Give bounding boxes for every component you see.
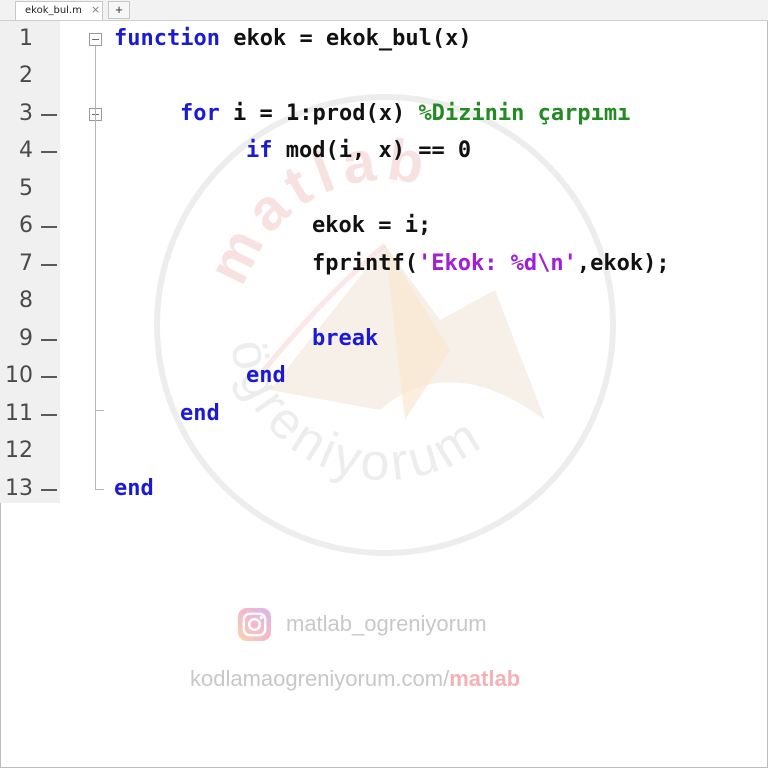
code-text[interactable]: break (312, 326, 378, 351)
line-number: 8 (19, 288, 33, 313)
code-line: 12 (0, 434, 768, 471)
breakpoint-dash[interactable] (41, 339, 57, 341)
line-number: 6 (19, 213, 33, 238)
instagram-icon (237, 607, 272, 642)
line-number: 12 (5, 438, 33, 463)
line-number: 5 (19, 176, 33, 201)
line-number: 2 (19, 63, 33, 88)
code-text[interactable]: fprintf('Ekok: %d\n',ekok); (312, 251, 670, 276)
website-prefix: kodlamaogreniyorum.com/ (190, 666, 450, 691)
code-line: 6 ekok = i; (0, 209, 768, 246)
code-token: fprintf( (312, 251, 418, 276)
code-line: 3 for i = 1:prod(x) %Dizinin çarpımı (0, 97, 768, 134)
code-line: 13 end (0, 472, 768, 509)
keyword: if (246, 138, 273, 163)
code-text[interactable]: for i = 1:prod(x) %Dizinin çarpımı (180, 101, 630, 126)
website-url: kodlamaogreniyorum.com/matlab (190, 666, 520, 692)
code-line: 10 end (0, 359, 768, 396)
breakpoint-dash[interactable] (41, 151, 57, 153)
line-number: 1 (19, 26, 33, 51)
code-text[interactable]: if mod(i, x) == 0 (246, 138, 471, 163)
code-line: 2 (0, 59, 768, 96)
breakpoint-dash[interactable] (41, 376, 57, 378)
breakpoint-dash[interactable] (41, 264, 57, 266)
tab-label[interactable]: ekok_bul.m (25, 5, 82, 16)
code-token: ,ekok); (576, 251, 670, 276)
breakpoint-dash[interactable] (41, 489, 57, 491)
plus-icon[interactable]: + (108, 1, 130, 19)
keyword: function (114, 26, 220, 51)
keyword: for (180, 101, 220, 126)
line-number: 3 (19, 101, 33, 126)
code-line: 5 (0, 172, 768, 209)
instagram-handle: matlab_ogreniyorum (286, 611, 487, 636)
code-text[interactable]: end (180, 401, 220, 426)
code-text[interactable]: end (246, 363, 286, 388)
code-line: 8 (0, 284, 768, 321)
line-number: 11 (5, 401, 33, 426)
code-text[interactable]: ekok = i; (312, 213, 431, 238)
code-line: 4 if mod(i, x) == 0 (0, 134, 768, 171)
keyword: break (312, 326, 379, 351)
code-token: ekok = ekok_bul(x) (219, 26, 472, 51)
string-literal: 'Ekok: %d\n' (417, 251, 577, 276)
code-token: i = 1:prod(x) (219, 101, 419, 126)
comment: %Dizinin çarpımı (418, 101, 631, 126)
line-number: 9 (19, 326, 33, 351)
tab-ekok-bul[interactable]: ekok_bul.m × (15, 1, 103, 20)
code-line: 9 break (0, 322, 768, 359)
line-number: 4 (19, 138, 33, 163)
line-number: 13 (5, 476, 33, 501)
code-line: 11 end (0, 397, 768, 434)
code-token: mod(i, x) == 0 (272, 138, 472, 163)
keyword: end (114, 476, 154, 501)
line-number: 7 (19, 251, 33, 276)
code-line: 7 fprintf('Ekok: %d\n',ekok); (0, 247, 768, 284)
keyword: end (246, 363, 286, 388)
keyword: end (180, 401, 220, 426)
website-accent: matlab (449, 666, 521, 691)
code-line: 1 function ekok = ekok_bul(x) (0, 22, 768, 59)
tab-bar: ekok_bul.m × + (0, 0, 768, 21)
close-icon[interactable]: × (91, 3, 100, 16)
code-text[interactable]: function ekok = ekok_bul(x) (114, 26, 472, 51)
code-text[interactable]: end (114, 476, 154, 501)
breakpoint-dash[interactable] (41, 226, 57, 228)
breakpoint-dash[interactable] (41, 114, 57, 116)
line-number: 10 (5, 363, 33, 388)
breakpoint-dash[interactable] (41, 414, 57, 416)
